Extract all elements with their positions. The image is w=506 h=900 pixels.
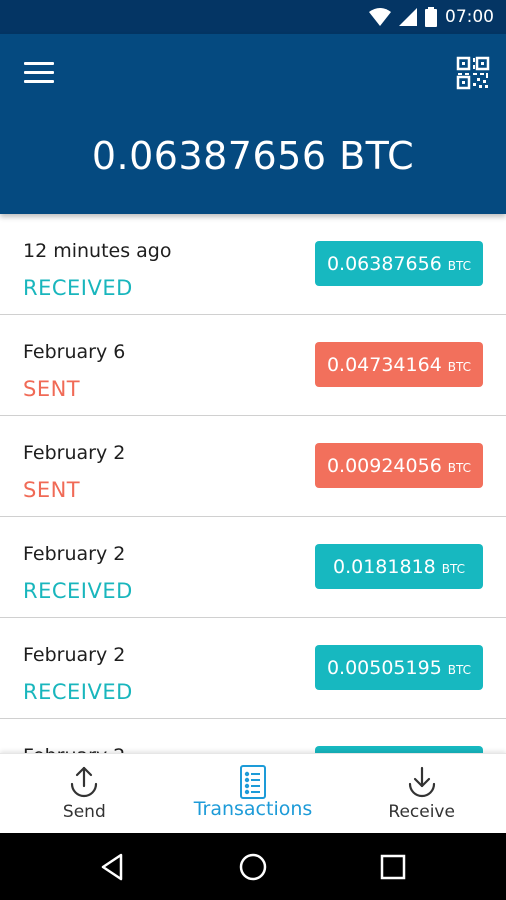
- transaction-type: SENT: [23, 478, 81, 502]
- system-navigation-bar: [0, 833, 506, 900]
- transaction-date: February 2: [23, 644, 126, 666]
- amount-value: 0.06387656: [326, 252, 442, 275]
- amount-unit: BTC: [441, 561, 465, 576]
- nav-send-label: Send: [62, 802, 106, 822]
- transaction-row[interactable]: February 2 RECEIVED 0.0181818 BTC: [0, 517, 506, 618]
- transaction-date: February 6: [23, 341, 126, 363]
- status-bar: 07:00: [0, 0, 506, 34]
- battery-icon: [425, 7, 437, 27]
- transaction-date: February 2: [23, 442, 126, 464]
- status-time: 07:00: [445, 7, 494, 27]
- recents-icon[interactable]: [377, 851, 409, 883]
- qr-code-icon[interactable]: [456, 56, 490, 90]
- transaction-row[interactable]: 12 minutes ago RECEIVED 0.06387656 BTC: [0, 214, 506, 315]
- amount-badge[interactable]: 0.00505195 BTC: [315, 645, 483, 690]
- amount-badge[interactable]: [315, 746, 483, 753]
- amount-badge[interactable]: 0.00924056 BTC: [315, 443, 483, 488]
- transaction-row[interactable]: February 2 RECEIVED 0.00505195 BTC: [0, 618, 506, 719]
- amount-value: 0.0181818: [333, 555, 436, 578]
- amount-badge[interactable]: 0.06387656 BTC: [315, 241, 483, 286]
- nav-transactions-label: Transactions: [193, 798, 313, 820]
- transaction-date: February 2: [23, 745, 125, 753]
- transaction-type: RECEIVED: [23, 680, 133, 704]
- amount-unit: BTC: [447, 460, 472, 475]
- status-icons: 07:00: [369, 0, 494, 34]
- wifi-icon: [369, 8, 391, 26]
- transaction-date: February 2: [23, 543, 126, 565]
- transaction-type: SENT: [23, 377, 81, 401]
- transaction-type: RECEIVED: [23, 579, 133, 603]
- nav-send[interactable]: Send: [0, 754, 169, 834]
- transaction-row[interactable]: February 6 SENT 0.04734164 BTC: [0, 315, 506, 416]
- transactions-list[interactable]: 12 minutes ago RECEIVED 0.06387656 BTC F…: [0, 214, 506, 753]
- transaction-row[interactable]: February 2 RECEIVED: [0, 719, 506, 753]
- amount-value: 0.00505195: [326, 656, 442, 679]
- transaction-row[interactable]: February 2 SENT 0.00924056 BTC: [0, 416, 506, 517]
- amount-value: 0.00924056: [326, 454, 442, 477]
- hamburger-menu-icon[interactable]: [24, 62, 54, 86]
- signal-icon: [399, 8, 417, 26]
- nav-receive-label: Receive: [388, 802, 455, 822]
- bottom-navigation: Send Transactions Receive: [0, 753, 506, 834]
- back-icon[interactable]: [97, 851, 129, 883]
- upload-icon: [66, 764, 102, 804]
- amount-unit: BTC: [447, 258, 472, 273]
- transaction-type: RECEIVED: [23, 276, 133, 300]
- nav-receive[interactable]: Receive: [337, 754, 506, 834]
- home-icon[interactable]: [237, 851, 269, 883]
- amount-unit: BTC: [447, 359, 472, 374]
- amount-badge[interactable]: 0.0181818 BTC: [315, 544, 483, 589]
- amount-unit: BTC: [447, 662, 472, 677]
- balance-total: 0.06387656 BTC: [91, 134, 415, 178]
- amount-badge[interactable]: 0.04734164 BTC: [315, 342, 483, 387]
- amount-value: 0.04734164: [326, 353, 442, 376]
- nav-transactions[interactable]: Transactions: [169, 754, 338, 834]
- download-icon: [404, 764, 440, 804]
- transaction-date: 12 minutes ago: [23, 240, 172, 262]
- app-header: 0.06387656 BTC: [0, 34, 506, 214]
